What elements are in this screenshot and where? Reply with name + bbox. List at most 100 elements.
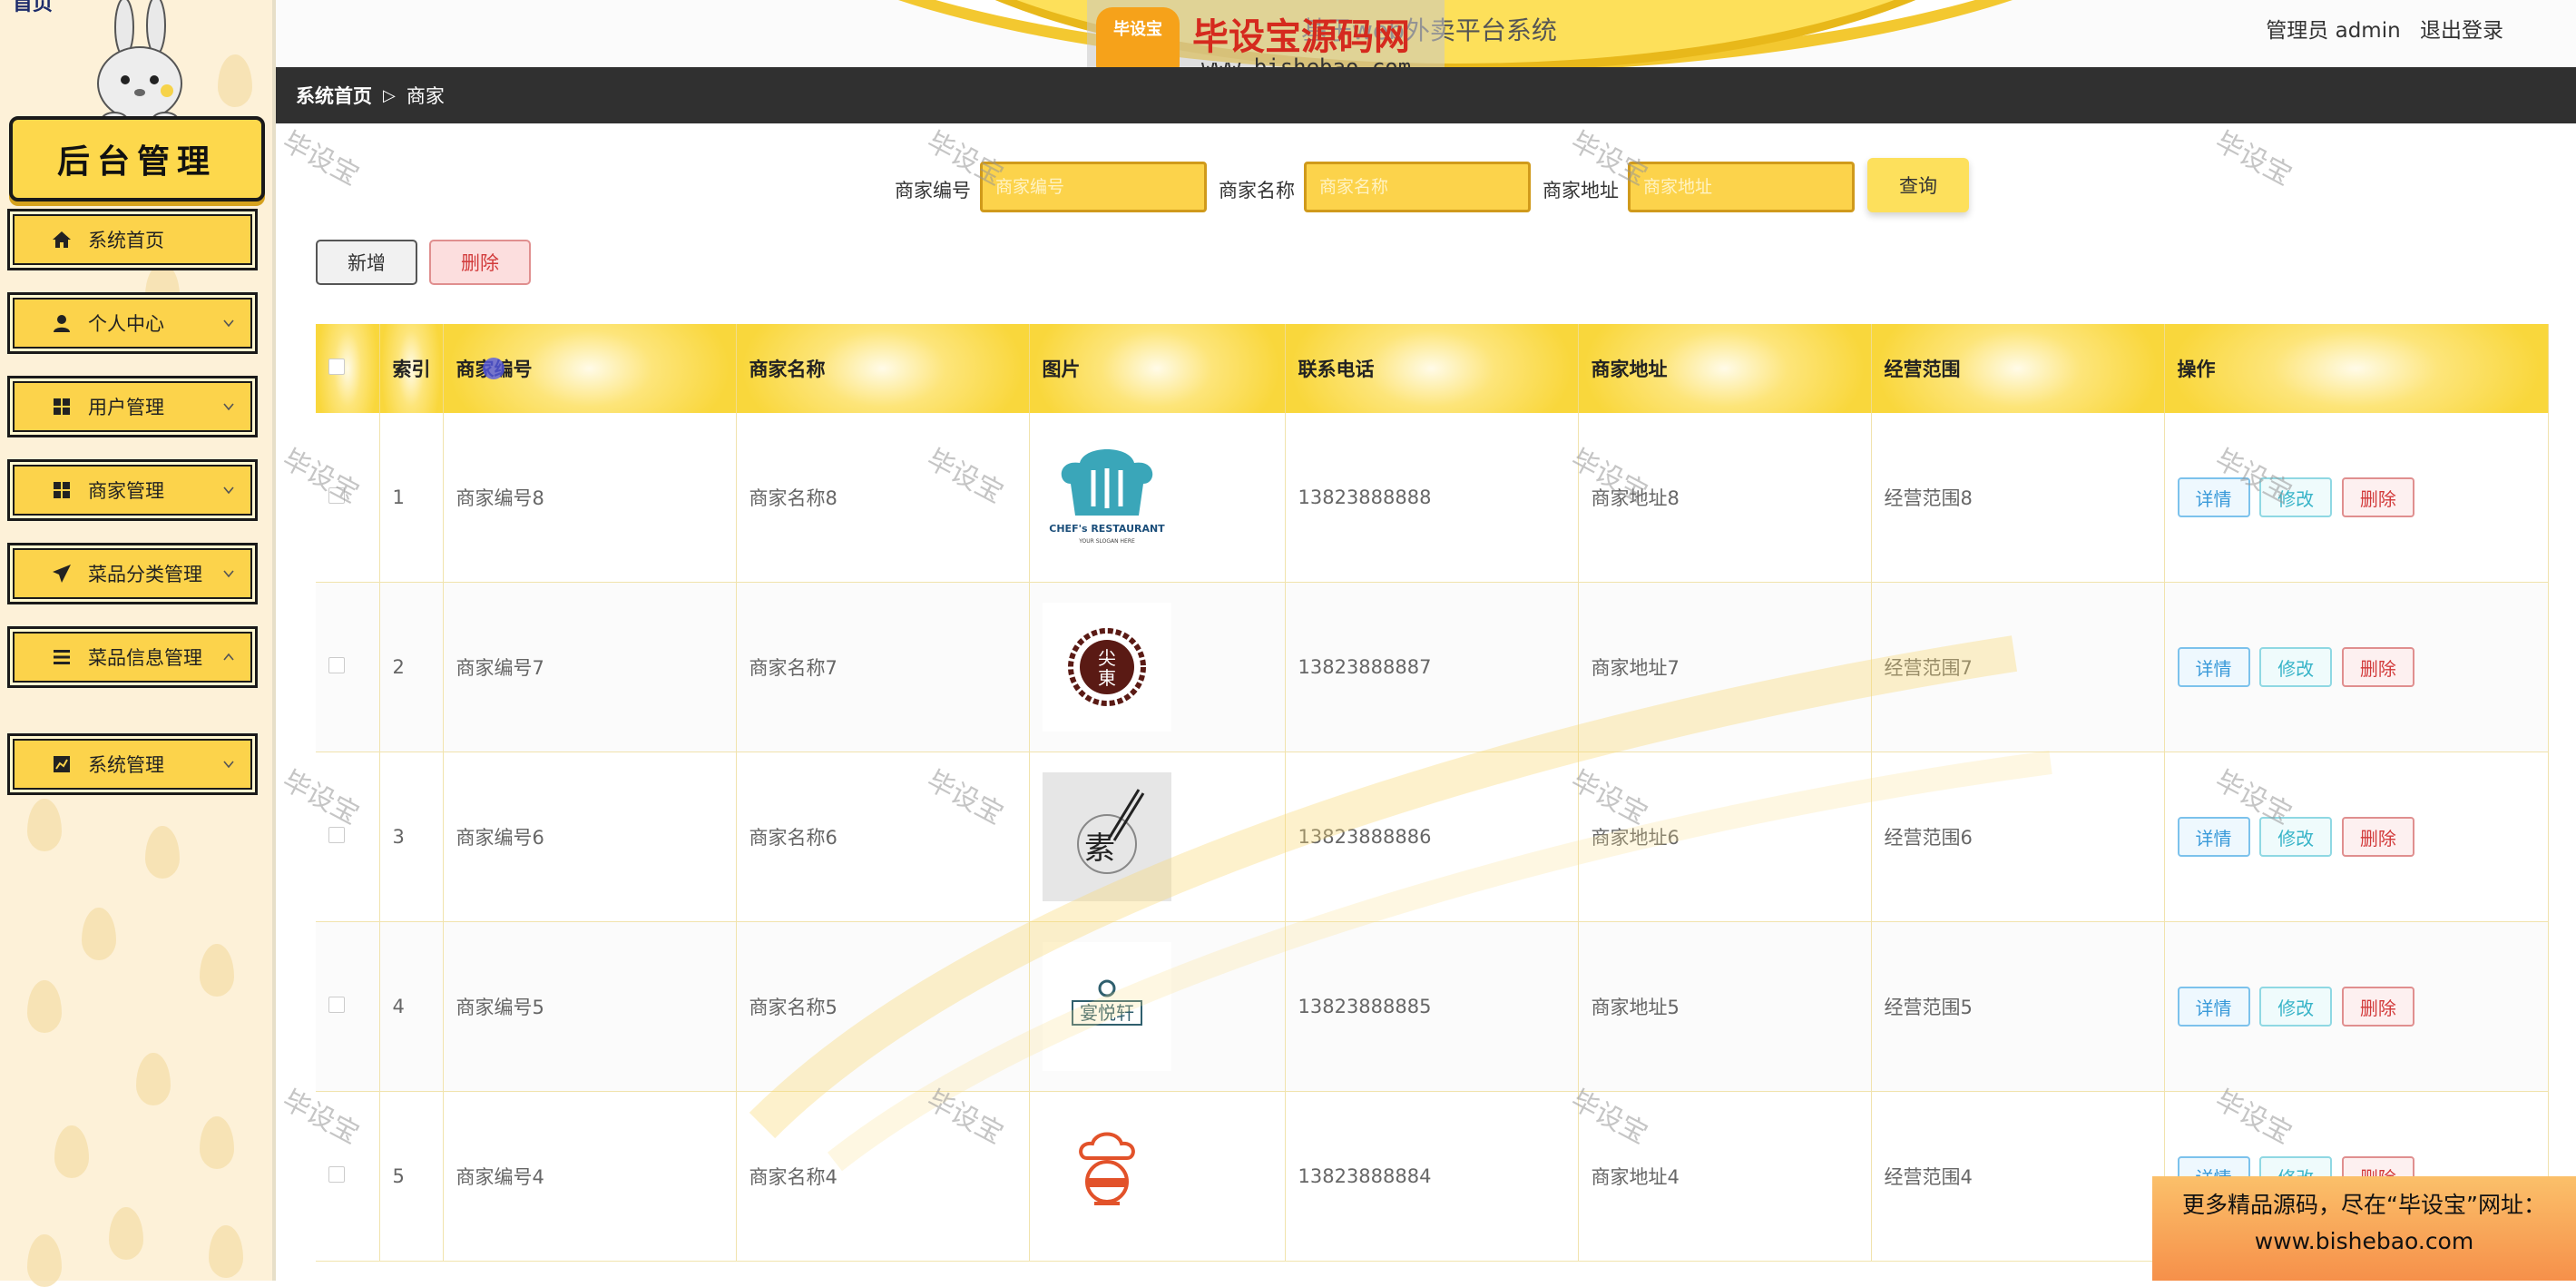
delete-button[interactable]: 删除: [2341, 987, 2414, 1027]
leaf-decoration: [54, 1125, 89, 1178]
edit-button[interactable]: 修改: [2259, 817, 2333, 857]
search-button[interactable]: 查询: [1867, 158, 1969, 212]
delete-button[interactable]: 删除: [2341, 647, 2414, 687]
user-icon: [52, 313, 72, 333]
leaf-decoration: [27, 1234, 62, 1287]
column-header: 图片: [1029, 324, 1286, 413]
row-checkbox[interactable]: [328, 1166, 345, 1183]
search-label-address: 商家地址: [1543, 180, 1619, 201]
select-all-cell: [316, 324, 380, 413]
sidebar-item-label: 用户管理: [88, 397, 164, 418]
merchant-scope: 经营范围7: [1871, 582, 2165, 752]
grid-icon: [52, 480, 72, 500]
merchant-image[interactable]: 素: [1042, 772, 1171, 901]
edit-button[interactable]: 修改: [2259, 647, 2333, 687]
detail-button[interactable]: 详情: [2177, 987, 2250, 1027]
edit-button[interactable]: 修改: [2259, 477, 2333, 517]
merchant-phone: 13823888886: [1285, 752, 1579, 922]
svg-text:YOUR SLOGAN HERE: YOUR SLOGAN HERE: [1078, 538, 1135, 545]
chevron-down-icon: [223, 570, 234, 578]
sidebar-item-dish-info[interactable]: 菜品信息管理: [7, 626, 258, 688]
merchant-image-cell: 尖 東: [1029, 582, 1286, 752]
table-row: 4 商家编号5 商家名称5 宴悦轩 13823888885 商家地址5 经营范围…: [316, 921, 2549, 1092]
banquet-logo-icon: 宴悦轩: [1071, 979, 1142, 1026]
leaf-decoration: [145, 826, 180, 879]
breadcrumb-separator-icon: ▷: [383, 85, 396, 105]
sidebar-item-merchants[interactable]: 商家管理: [7, 459, 258, 521]
batch-delete-button[interactable]: 删除: [429, 240, 531, 285]
merchant-name: 商家名称5: [736, 921, 1030, 1092]
row-select-cell: [316, 752, 380, 922]
select-all-checkbox[interactable]: [328, 359, 345, 375]
row-checkbox[interactable]: [328, 997, 345, 1013]
chevron-down-icon: [223, 761, 234, 769]
leaf-decoration: [200, 1116, 234, 1169]
merchant-image[interactable]: [1042, 1112, 1171, 1241]
row-select-cell: [316, 921, 380, 1092]
row-actions: 详情 修改 删除: [2164, 921, 2549, 1092]
sidebar-item-label: 商家管理: [88, 480, 164, 502]
table-row: 1 商家编号8 商家名称8 CHEF's RESTAURANT YOUR SLO…: [316, 413, 2549, 583]
sidebar-item-home[interactable]: 系统首页: [7, 209, 258, 270]
table-row: 3 商家编号6 商家名称6 素 13823888886 商家地址6 经营范围6 …: [316, 752, 2549, 922]
delete-button[interactable]: 删除: [2341, 477, 2414, 517]
row-select-cell: [316, 1091, 380, 1262]
merchant-image[interactable]: 宴悦轩: [1042, 942, 1171, 1071]
delete-button[interactable]: 删除: [2341, 817, 2414, 857]
merchant-image-cell: 宴悦轩: [1029, 921, 1286, 1092]
leaf-decoration: [209, 1225, 243, 1278]
sidebar-item-users[interactable]: 用户管理: [7, 376, 258, 437]
list-icon: [52, 647, 72, 667]
merchant-image[interactable]: CHEF's RESTAURANT YOUR SLOGAN HERE: [1042, 433, 1171, 562]
logout-link[interactable]: 退出登录: [2420, 19, 2503, 43]
column-header[interactable]: 商家地址: [1578, 324, 1872, 413]
merchant-name: 商家名称4: [736, 1091, 1030, 1262]
sidebar-item-label: 菜品分类管理: [88, 564, 202, 585]
merchant-address: 商家地址4: [1578, 1091, 1872, 1262]
merchant-scope: 经营范围5: [1871, 921, 2165, 1092]
sidebar-item-label: 个人中心: [88, 313, 164, 335]
column-header[interactable]: 商家名称: [736, 324, 1030, 413]
merchant-image-cell: [1029, 1091, 1286, 1262]
column-header[interactable]: 经营范围: [1871, 324, 2165, 413]
paper-plane-icon: [52, 564, 72, 584]
detail-button[interactable]: 详情: [2177, 817, 2250, 857]
watermark-stamp: 毕设宝: [2209, 125, 2297, 192]
detail-button[interactable]: 详情: [2177, 477, 2250, 517]
merchant-code: 商家编号6: [443, 752, 737, 922]
detail-button[interactable]: 详情: [2177, 647, 2250, 687]
sidebar-corner-text[interactable]: 首页: [13, 0, 53, 16]
merchant-code-input[interactable]: [980, 162, 1207, 212]
merchant-phone: 13823888888: [1285, 413, 1579, 583]
rabbit-mascot-icon: [97, 0, 182, 125]
sidebar-item-system[interactable]: 系统管理: [7, 733, 258, 795]
add-button[interactable]: 新增: [316, 240, 417, 285]
breadcrumb-home[interactable]: 系统首页: [296, 82, 372, 109]
row-actions: 详情 修改 删除: [2164, 752, 2549, 922]
chevron-down-icon: [223, 319, 234, 328]
merchant-name-input[interactable]: [1304, 162, 1531, 212]
promo-text: 更多精品源码，尽在“毕设宝”网址：: [2182, 1192, 2546, 1218]
row-checkbox[interactable]: [328, 827, 345, 843]
svg-text:尖: 尖: [1098, 647, 1116, 669]
column-header: 操作: [2164, 324, 2549, 413]
watermark-title: 毕设宝源码网: [1192, 16, 1410, 58]
row-index: 3: [379, 752, 444, 922]
merchant-address: 商家地址8: [1578, 413, 1872, 583]
row-checkbox[interactable]: [328, 657, 345, 673]
merchant-name: 商家名称7: [736, 582, 1030, 752]
sidebar-item-profile[interactable]: 个人中心: [7, 292, 258, 354]
merchant-image[interactable]: 尖 東: [1042, 603, 1171, 732]
leaf-decoration: [136, 1053, 171, 1105]
row-checkbox[interactable]: [328, 487, 345, 504]
promo-banner[interactable]: 更多精品源码，尽在“毕设宝”网址： www.bishebao.com: [2152, 1176, 2576, 1281]
column-header[interactable]: 联系电话: [1285, 324, 1579, 413]
home-icon: [52, 230, 72, 250]
sidebar-item-dish-category[interactable]: 菜品分类管理: [7, 543, 258, 604]
merchant-address-input[interactable]: [1628, 162, 1855, 212]
leaf-decoration: [27, 799, 62, 851]
breadcrumb: 系统首页 ▷ 商家: [276, 67, 2576, 123]
edit-button[interactable]: 修改: [2259, 987, 2333, 1027]
leaf-decoration: [218, 54, 252, 107]
chart-icon: [52, 754, 72, 774]
